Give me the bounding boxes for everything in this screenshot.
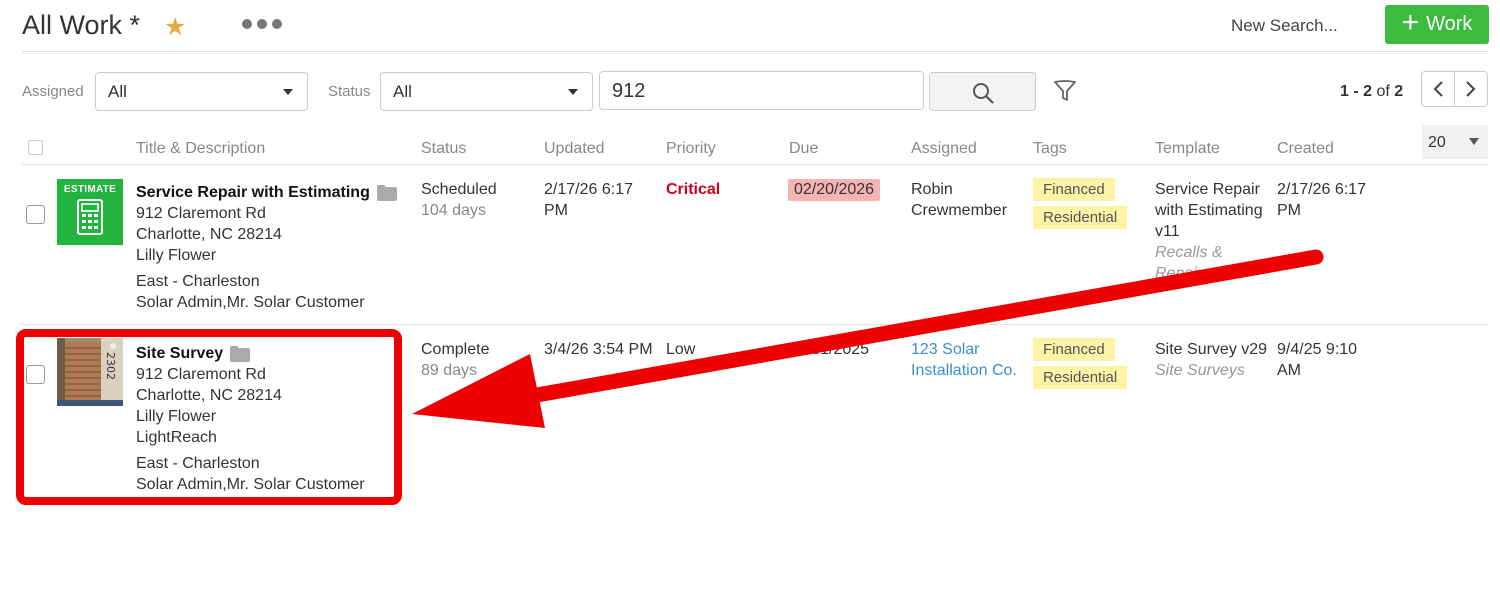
annotation-arrow bbox=[412, 249, 1324, 428]
